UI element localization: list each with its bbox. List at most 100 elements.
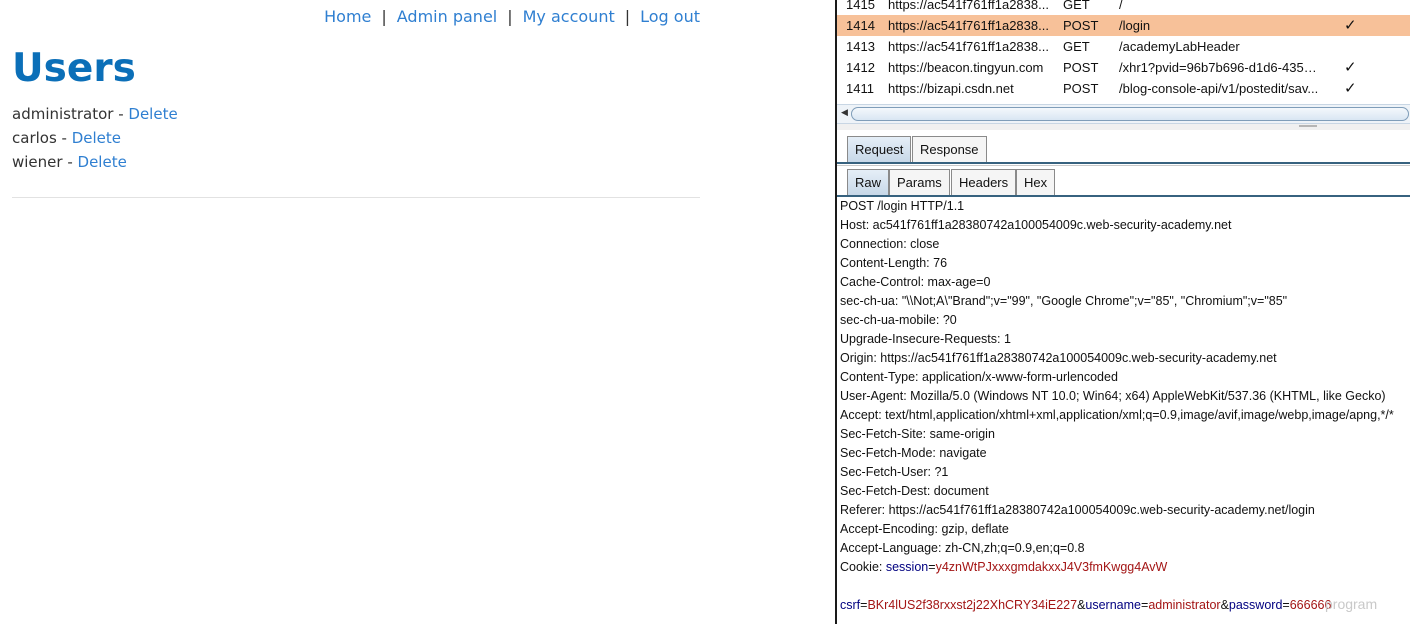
- nav-separator: |: [507, 7, 513, 26]
- history-row[interactable]: 1415 https://ac541f761ff1a2838... GET /: [837, 0, 1410, 15]
- edited-check-icon: ✓: [1344, 59, 1357, 76]
- nav-link-log-out[interactable]: Log out: [640, 7, 700, 26]
- history-row[interactable]: 1413 https://ac541f761ff1a2838... GET /a…: [837, 36, 1410, 57]
- delete-user-link[interactable]: Delete: [128, 105, 177, 123]
- user-separator: -: [113, 105, 129, 123]
- row-host: https://ac541f761ff1a2838...: [888, 39, 1049, 54]
- row-method: GET: [1063, 0, 1090, 12]
- header-connection: Connection: close: [840, 237, 940, 251]
- user-list: administrator - Delete carlos - Delete w…: [12, 103, 178, 175]
- nav-link-admin-panel[interactable]: Admin panel: [397, 7, 497, 26]
- header-origin: Origin: https://ac541f761ff1a28380742a10…: [840, 351, 1277, 365]
- row-number: 1415: [846, 0, 875, 12]
- nav-link-home[interactable]: Home: [324, 7, 371, 26]
- watermark-text: program: [1325, 596, 1378, 612]
- row-host: https://ac541f761ff1a2838...: [888, 18, 1049, 33]
- row-url: /xhr1?pvid=96b7b696-d1d6-4354...: [1119, 60, 1319, 75]
- nav-separator: |: [381, 7, 387, 26]
- row-host: https://bizapi.csdn.net: [888, 81, 1014, 96]
- request-line: POST /login HTTP/1.1: [840, 199, 965, 213]
- edited-check-icon: ✓: [1344, 80, 1357, 97]
- header-referer: Referer: https://ac541f761ff1a28380742a1…: [840, 503, 1315, 517]
- row-method: POST: [1063, 81, 1099, 96]
- delete-user-link[interactable]: Delete: [72, 129, 121, 147]
- row-method: POST: [1063, 18, 1099, 33]
- header-sec-fetch-mode: Sec-Fetch-Mode: navigate: [840, 446, 987, 460]
- cookie-name: session: [885, 560, 929, 574]
- param-equals: =: [1282, 598, 1290, 612]
- user-separator: -: [62, 153, 78, 171]
- row-url: /blog-console-api/v1/postedit/sav...: [1119, 81, 1319, 96]
- cookie-equals: =: [928, 560, 936, 574]
- row-number: 1412: [846, 60, 875, 75]
- header-user-agent: User-Agent: Mozilla/5.0 (Windows NT 10.0…: [840, 389, 1386, 403]
- user-name: wiener: [12, 153, 63, 171]
- history-row[interactable]: 1411 https://bizapi.csdn.net POST /blog-…: [837, 78, 1410, 99]
- history-row-selected[interactable]: 1414 https://ac541f761ff1a2838... POST /…: [837, 15, 1410, 36]
- header-accept: Accept: text/html,application/xhtml+xml,…: [840, 408, 1394, 422]
- param-key-csrf: csrf: [840, 598, 861, 612]
- row-number: 1414: [846, 18, 875, 33]
- top-navigation: Home | Admin panel | My account | Log ou…: [324, 7, 700, 26]
- user-row-carlos: carlos - Delete: [12, 127, 178, 151]
- header-host: Host: ac541f761ff1a28380742a100054009c.w…: [840, 218, 1232, 232]
- tab-response[interactable]: Response: [912, 136, 987, 162]
- user-name: administrator: [12, 105, 114, 123]
- param-key-password: password: [1228, 598, 1283, 612]
- param-value-csrf: BKr4lUS2f38rxxst2j22XhCRY34iE227: [867, 598, 1078, 612]
- scroll-left-icon[interactable]: ◀: [841, 107, 848, 118]
- user-separator: -: [56, 129, 72, 147]
- message-view-tabbar: Raw Params Headers Hex: [837, 165, 1410, 197]
- row-host: https://ac541f761ff1a2838...: [888, 0, 1049, 12]
- param-amp: &: [1220, 598, 1229, 612]
- cookie-label: Cookie:: [840, 560, 886, 574]
- http-history-table: 1415 https://ac541f761ff1a2838... GET / …: [837, 0, 1410, 120]
- header-accept-encoding: Accept-Encoding: gzip, deflate: [840, 522, 1009, 536]
- nav-link-my-account[interactable]: My account: [523, 7, 615, 26]
- horizontal-scrollbar[interactable]: ◀: [837, 104, 1410, 124]
- row-url: /academyLabHeader: [1119, 39, 1240, 54]
- delete-user-link[interactable]: Delete: [78, 153, 127, 171]
- user-name: carlos: [12, 129, 57, 147]
- header-cache-control: Cache-Control: max-age=0: [840, 275, 991, 289]
- header-upgrade-insecure: Upgrade-Insecure-Requests: 1: [840, 332, 1011, 346]
- row-url: /login: [1119, 18, 1151, 33]
- row-number: 1413: [846, 39, 875, 54]
- row-url: /: [1119, 0, 1123, 12]
- cookie-value: y4znWtPJxxxgmdakxxJ4V3fmKwgg4AvW: [935, 560, 1168, 574]
- page-title: Users: [12, 46, 136, 91]
- header-content-length: Content-Length: 76: [840, 256, 948, 270]
- web-app-pane: Home | Admin panel | My account | Log ou…: [0, 0, 836, 624]
- header-sec-fetch-user: Sec-Fetch-User: ?1: [840, 465, 949, 479]
- content-divider: [12, 197, 700, 198]
- user-row-administrator: administrator - Delete: [12, 103, 178, 127]
- tab-hex[interactable]: Hex: [1016, 169, 1056, 195]
- scrollbar-thumb[interactable]: [851, 107, 1409, 121]
- tab-params[interactable]: Params: [889, 169, 950, 195]
- tab-raw[interactable]: Raw: [847, 169, 890, 195]
- tab-request[interactable]: Request: [847, 136, 912, 162]
- splitter-grip-icon[interactable]: [1299, 125, 1317, 127]
- param-value-username: administrator: [1148, 598, 1221, 612]
- header-sec-ch-ua-mobile: sec-ch-ua-mobile: ?0: [840, 313, 957, 327]
- proxy-tool-pane: 1415 https://ac541f761ff1a2838... GET / …: [837, 0, 1410, 624]
- header-sec-fetch-dest: Sec-Fetch-Dest: document: [840, 484, 989, 498]
- history-row[interactable]: 1412 https://beacon.tingyun.com POST /xh…: [837, 57, 1410, 78]
- nav-separator: |: [624, 7, 631, 26]
- header-content-type: Content-Type: application/x-www-form-url…: [840, 370, 1118, 384]
- row-host: https://beacon.tingyun.com: [888, 60, 1044, 75]
- tab-headers[interactable]: Headers: [951, 169, 1017, 195]
- param-key-username: username: [1085, 598, 1141, 612]
- request-response-tabbar: Request Response: [837, 130, 1410, 164]
- row-method: GET: [1063, 39, 1090, 54]
- raw-request-editor[interactable]: POST /login HTTP/1.1 Host: ac541f761ff1a…: [840, 197, 1410, 615]
- row-method: POST: [1063, 60, 1099, 75]
- header-sec-fetch-site: Sec-Fetch-Site: same-origin: [840, 427, 995, 441]
- row-number: 1411: [846, 81, 874, 96]
- header-sec-ch-ua: sec-ch-ua: "\\Not;A\"Brand";v="99", "Goo…: [840, 294, 1288, 308]
- user-row-wiener: wiener - Delete: [12, 151, 178, 175]
- header-cookie: Cookie: session=y4znWtPJxxxgmdakxxJ4V3fm…: [840, 558, 1410, 577]
- header-accept-language: Accept-Language: zh-CN,zh;q=0.9,en;q=0.8: [840, 541, 1085, 555]
- edited-check-icon: ✓: [1344, 17, 1357, 34]
